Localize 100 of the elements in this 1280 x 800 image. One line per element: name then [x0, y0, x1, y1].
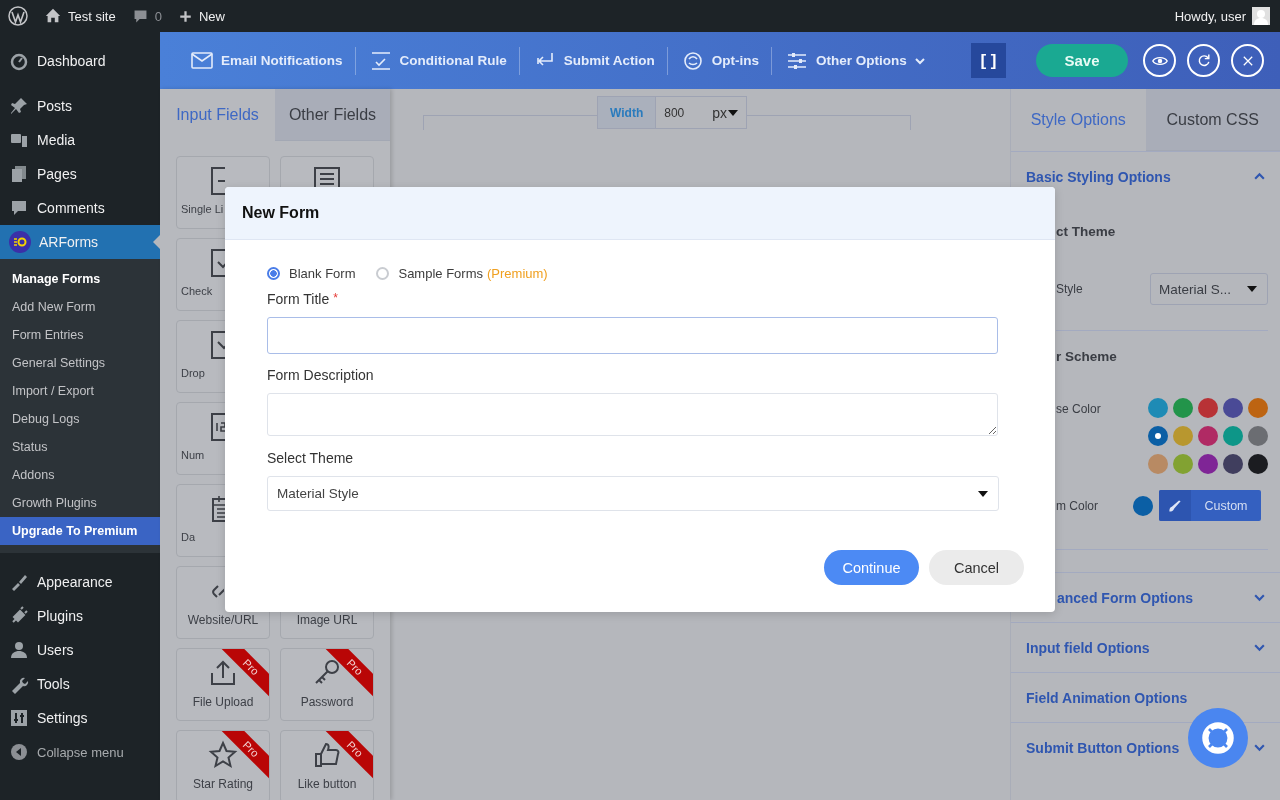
field-label: se Color	[1056, 402, 1101, 416]
plus-icon	[177, 8, 193, 24]
new-link[interactable]: New	[177, 8, 225, 24]
field-tile[interactable]: File Upload Pro	[176, 648, 270, 721]
color-swatch[interactable]	[1198, 426, 1218, 446]
section-heading: ct Theme	[1056, 224, 1117, 240]
collapse-menu-button[interactable]: Collapse menu	[0, 735, 160, 769]
toolbar-item[interactable]: Opt-ins	[680, 48, 772, 73]
home-icon	[44, 7, 62, 25]
color-swatch[interactable]	[1148, 398, 1168, 418]
custom-color-button[interactable]: Custom	[1159, 490, 1261, 521]
submenu-item[interactable]: Import / Export	[0, 377, 160, 405]
submenu-item[interactable]: Status	[0, 433, 160, 461]
color-swatch[interactable]	[1173, 398, 1193, 418]
caret-icon	[1247, 286, 1257, 292]
close-button[interactable]	[1231, 44, 1264, 77]
theme-select[interactable]: Material S...	[1150, 273, 1268, 305]
menu-item[interactable]: Users	[0, 633, 160, 667]
form-description-input[interactable]	[267, 393, 998, 436]
color-swatch[interactable]	[1223, 454, 1243, 474]
dashboard-icon	[9, 51, 29, 71]
submenu-item[interactable]: Addons	[0, 461, 160, 489]
color-swatch[interactable]	[1148, 426, 1168, 446]
account-link[interactable]: Howdy, user	[1174, 7, 1270, 25]
unit-select[interactable]: px	[704, 97, 746, 128]
form-title-input[interactable]	[267, 317, 998, 354]
dropdown-icon	[208, 329, 225, 361]
toolbar-item[interactable]: Other Options	[785, 48, 938, 73]
color-swatch[interactable]	[1223, 426, 1243, 446]
field-tile[interactable]: Star Rating Pro	[176, 730, 270, 800]
menu-item[interactable]: Appearance	[0, 565, 160, 599]
toolbar-item[interactable]: Submit Action	[532, 48, 667, 73]
width-label: Width	[598, 97, 657, 128]
plugin-logo-icon	[9, 231, 31, 253]
submenu-item[interactable]: Manage Forms	[0, 265, 160, 293]
circle-logo-icon[interactable]	[8, 6, 28, 26]
form-type-radio[interactable]: Sample Forms (Premium)	[376, 266, 548, 281]
field-label: m Color	[1056, 498, 1098, 513]
color-swatch[interactable]	[1198, 398, 1218, 418]
caret-icon	[728, 109, 738, 116]
pages-icon	[9, 164, 29, 184]
menu-item[interactable]: Plugins	[0, 599, 160, 633]
number-icon	[208, 411, 225, 443]
color-swatch[interactable]	[1223, 398, 1243, 418]
field-tile[interactable]: Like button Pro	[280, 730, 374, 800]
continue-button[interactable]: Continue	[824, 550, 919, 585]
sliders-icon	[9, 708, 29, 728]
menu-item[interactable]: Dashboard	[0, 44, 160, 78]
lifebuoy-icon	[1200, 720, 1236, 756]
submenu-item[interactable]: Debug Logs	[0, 405, 160, 433]
avatar-icon	[1252, 7, 1270, 25]
panel-tab[interactable]: Custom CSS	[1145, 89, 1280, 151]
color-swatch[interactable]	[1248, 398, 1268, 418]
required-mark: *	[333, 291, 338, 307]
checkbox-icon	[208, 247, 225, 279]
cancel-button[interactable]: Cancel	[929, 550, 1024, 585]
user-icon	[9, 640, 29, 660]
submenu-item[interactable]: Add New Form	[0, 293, 160, 321]
menu-item[interactable]: Settings	[0, 701, 160, 735]
color-swatch[interactable]	[1148, 454, 1168, 474]
field-tile[interactable]: Password Pro	[280, 648, 374, 721]
menu-item[interactable]: Media	[0, 123, 160, 157]
field-label: Form Title	[267, 291, 330, 307]
panel-tab[interactable]: Other Fields	[275, 89, 390, 141]
accordion-header[interactable]: Input field Options	[1011, 622, 1280, 672]
radio-icon[interactable]	[376, 267, 390, 280]
caret-icon	[978, 490, 988, 497]
width-field[interactable]: 800	[656, 97, 705, 128]
menu-item[interactable]: Pages	[0, 157, 160, 191]
radio-label: Blank Form	[289, 266, 356, 281]
color-swatch[interactable]	[1198, 454, 1218, 474]
color-swatch[interactable]	[1248, 426, 1268, 446]
menu-item[interactable]: ARForms	[0, 225, 160, 259]
custom-color-swatch[interactable]	[1133, 495, 1153, 516]
field-label: Select Theme	[267, 450, 354, 466]
collapse-icon	[9, 742, 29, 762]
comment-icon	[9, 198, 29, 218]
color-swatch[interactable]	[1173, 454, 1193, 474]
form-type-radio[interactable]: Blank Form	[267, 266, 356, 281]
menu-item[interactable]: Tools	[0, 667, 160, 701]
toolbar-item[interactable]: Email Notifications	[190, 48, 355, 73]
preview-button[interactable]	[1143, 44, 1176, 77]
radio-icon[interactable]	[267, 267, 280, 280]
refresh-button[interactable]	[1187, 44, 1220, 77]
color-swatch[interactable]	[1248, 454, 1268, 474]
menu-item[interactable]: Comments	[0, 191, 160, 225]
comments-link[interactable]: 0	[131, 7, 162, 25]
shortcode-button[interactable]: [ ]	[971, 43, 1006, 78]
menu-item[interactable]: Posts	[0, 89, 160, 123]
color-swatch[interactable]	[1173, 426, 1193, 446]
toolbar-item[interactable]: Conditional Rule	[368, 48, 519, 73]
site-link[interactable]: Test site	[44, 7, 116, 25]
submenu-item[interactable]: Growth Plugins	[0, 489, 160, 517]
star-icon	[207, 739, 239, 771]
submenu-item[interactable]: Upgrade To Premium	[0, 517, 160, 545]
submenu-item[interactable]: Form Entries	[0, 321, 160, 349]
pin-icon	[9, 96, 29, 116]
section-heading: r Scheme	[1056, 349, 1118, 365]
submenu-item[interactable]: General Settings	[0, 349, 160, 377]
theme-select[interactable]: Material Style	[267, 476, 999, 511]
